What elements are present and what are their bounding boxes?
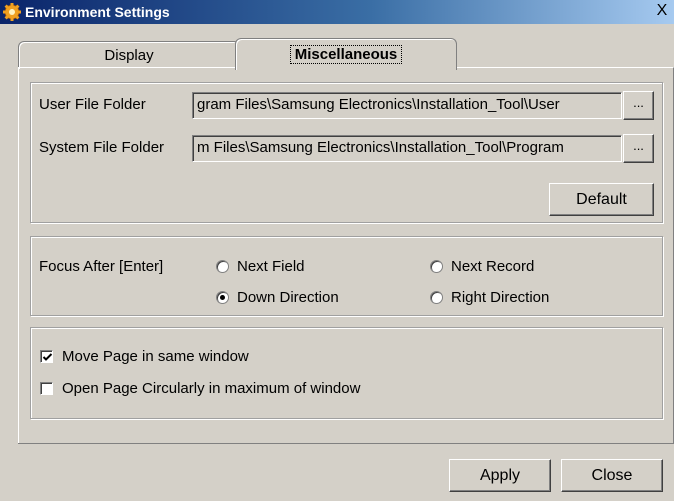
move-page-label: Move Page in same window: [62, 348, 249, 365]
radio-next-field[interactable]: [216, 260, 229, 273]
default-button[interactable]: Default: [549, 183, 654, 216]
user-folder-browse-button[interactable]: ...: [623, 91, 654, 120]
window-title: Environment Settings: [25, 4, 170, 20]
tab-display-label: Display: [104, 47, 154, 64]
tab-miscellaneous-label: Miscellaneous: [289, 45, 403, 64]
radio-selected-dot-icon: [220, 295, 225, 300]
tab-display[interactable]: Display: [18, 41, 240, 69]
close-window-button[interactable]: X: [654, 2, 670, 20]
focus-after-label: Focus After [Enter]: [39, 258, 164, 275]
page-options-group: [30, 327, 663, 419]
title-bar: Environment Settings X: [0, 0, 674, 24]
user-folder-field[interactable]: gram Files\Samsung Electronics\Installat…: [192, 92, 622, 119]
next-field-label: Next Field: [237, 258, 305, 275]
focus-group: [30, 236, 663, 316]
down-direction-label: Down Direction: [237, 289, 339, 306]
next-record-label: Next Record: [451, 258, 535, 275]
user-folder-label: User File Folder: [39, 96, 146, 113]
open-page-circularly-label: Open Page Circularly in maximum of windo…: [62, 380, 361, 397]
checkbox-open-page-circularly[interactable]: [40, 382, 53, 395]
close-button[interactable]: Close: [561, 459, 663, 492]
system-folder-label: System File Folder: [39, 139, 165, 156]
system-folder-field[interactable]: m Files\Samsung Electronics\Installation…: [192, 135, 622, 162]
tab-miscellaneous[interactable]: Miscellaneous: [235, 38, 457, 70]
radio-next-record[interactable]: [430, 260, 443, 273]
system-folder-browse-button[interactable]: ...: [623, 134, 654, 163]
apply-button[interactable]: Apply: [449, 459, 551, 492]
radio-right-direction[interactable]: [430, 291, 443, 304]
settings-gear-icon: [3, 3, 21, 21]
checkbox-move-page[interactable]: [40, 350, 53, 363]
checkmark-icon: [42, 353, 53, 361]
radio-down-direction[interactable]: [216, 291, 229, 304]
right-direction-label: Right Direction: [451, 289, 550, 306]
tab-panel-divider: [18, 443, 674, 444]
